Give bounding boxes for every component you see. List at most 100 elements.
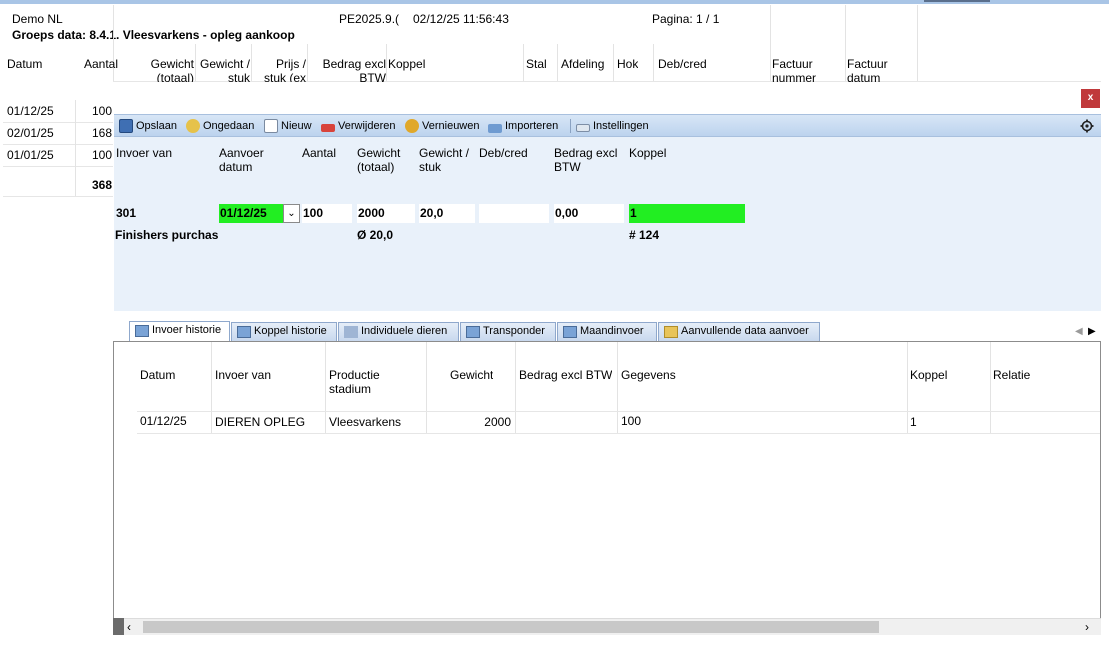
gear-button[interactable] [1080, 118, 1094, 134]
tabs-scroll-left-icon[interactable]: ◀ [1075, 326, 1083, 337]
page-indicator: Pagina: 1 / 1 [652, 12, 720, 26]
deb-cred-field[interactable] [479, 204, 549, 223]
gear-icon [1080, 119, 1094, 133]
grid-line [523, 44, 524, 81]
scroll-right-icon[interactable]: › [1085, 620, 1089, 634]
tab-label: Maandinvoer [580, 325, 644, 337]
folder-icon [664, 326, 678, 338]
delete-label: Verwijderen [338, 120, 396, 132]
hist-col-gewicht: Gewicht [450, 368, 494, 382]
tab-aanvullende-data[interactable]: Aanvullende data aanvoer [658, 322, 820, 341]
chevron-down-icon: ⌄ [287, 208, 296, 219]
gewicht-totaal-field[interactable]: 2000 [357, 204, 415, 223]
horizontal-scrollbar[interactable]: ‹ › [113, 618, 1101, 635]
import-icon [488, 123, 502, 133]
scroll-left-icon[interactable]: ‹ [127, 620, 131, 634]
col-factuur-nummer: Factuur nummer [772, 57, 817, 82]
import-label: Importeren [505, 120, 559, 132]
grid-line [426, 342, 427, 434]
new-button[interactable]: Nieuw [264, 118, 312, 134]
invoer-van-field[interactable]: 301 [115, 204, 215, 223]
tabs-scroll-right-icon[interactable]: ▶ [1088, 326, 1096, 337]
grid-line [613, 44, 614, 81]
aanvoer-datum-field[interactable]: 01/12/25 [219, 204, 283, 223]
grid-line [845, 5, 846, 81]
undo-label: Ongedaan [203, 120, 255, 132]
settings-label: Instellingen [593, 120, 649, 132]
tab-label: Individuele dieren [361, 325, 448, 337]
col-aantal: Aantal [84, 57, 118, 71]
hist-cell-gegevens[interactable]: 100 [621, 414, 641, 428]
koppel-field[interactable]: 1 [629, 204, 745, 223]
tab-label: Transponder [483, 325, 545, 337]
col-gewicht-stuk: Gewicht / stuk [199, 57, 250, 82]
col-factuur-datum: Factuur datum [847, 57, 888, 82]
import-button[interactable]: Importeren [488, 118, 558, 134]
date-dropdown[interactable]: ⌄ [283, 204, 300, 223]
hist-cell-stadium[interactable]: Vleesvarkens [329, 415, 401, 429]
col-hok: Hok [617, 57, 639, 71]
col-koppel: Koppel [388, 57, 426, 71]
tab-label: Koppel historie [254, 325, 327, 337]
hist-col-invoer-van: Invoer van [215, 368, 272, 382]
gewicht-stuk-field[interactable]: 20,0 [419, 204, 475, 223]
table-icon [237, 326, 251, 338]
tab-individuele-dieren[interactable]: Individuele dieren [338, 322, 459, 341]
company-name: Demo NL [12, 12, 63, 26]
grid-line [917, 5, 918, 81]
report-row-count[interactable]: 100 [78, 148, 112, 162]
grid-line [386, 44, 387, 81]
form-col-koppel: Koppel [629, 146, 667, 160]
grid-line [211, 342, 212, 434]
settings-toolbar-icon [576, 124, 590, 132]
save-button[interactable]: Opslaan [119, 118, 177, 134]
col-stal: Stal [526, 57, 547, 71]
form-col-aanvoer-datum: Aanvoer datum [219, 146, 264, 174]
col-datum: Datum [7, 57, 43, 71]
save-icon [119, 119, 133, 133]
scrollbar-thumb[interactable] [143, 621, 879, 633]
col-deb-cred: Deb/cred [658, 57, 707, 71]
group-title: Groeps data: 8.4.1. Vleesvarkens - opleg… [12, 28, 295, 42]
hist-cell-datum[interactable]: 01/12/25 [140, 414, 187, 428]
col-bedrag: Bedrag excl BTW [322, 57, 386, 82]
grid-line [137, 411, 1100, 412]
undo-icon [186, 119, 200, 133]
hist-cell-invoer-van[interactable]: DIEREN OPLEG [215, 415, 305, 429]
report-row-date[interactable]: 01/12/25 [7, 104, 54, 118]
tab-transponder[interactable]: Transponder [460, 322, 556, 341]
close-button[interactable]: x [1081, 89, 1100, 108]
report-row-date[interactable]: 01/01/25 [7, 148, 54, 162]
row-line [3, 166, 113, 167]
row-line [3, 122, 113, 123]
tab-invoer-historie[interactable]: Invoer historie [129, 321, 230, 342]
delete-button[interactable]: Verwijderen [321, 118, 395, 134]
new-label: Nieuw [281, 120, 312, 132]
tab-maandinvoer[interactable]: Maandinvoer [557, 322, 657, 341]
hist-col-koppel: Koppel [910, 368, 948, 382]
col-afdeling: Afdeling [561, 57, 605, 71]
hist-cell-gewicht[interactable]: 2000 [440, 415, 511, 429]
aantal-field[interactable]: 100 [302, 204, 352, 223]
report-row-date[interactable]: 02/01/25 [7, 126, 54, 140]
tab-label: Invoer historie [152, 324, 222, 336]
report-row-count[interactable]: 100 [78, 104, 112, 118]
report-row-count[interactable]: 168 [78, 126, 112, 140]
toolbar-separator [570, 119, 571, 133]
hist-col-bedrag: Bedrag excl BTW [519, 368, 613, 382]
grid-line [75, 100, 76, 196]
form-col-deb-cred: Deb/cred [479, 146, 528, 160]
settings-button[interactable]: Instellingen [576, 118, 649, 134]
save-label: Opslaan [136, 120, 177, 132]
report-datetime: 02/12/25 11:56:43 [413, 12, 509, 26]
bedrag-field[interactable]: 0,00 [554, 204, 624, 223]
refresh-button[interactable]: Vernieuwen [405, 118, 480, 134]
tab-koppel-historie[interactable]: Koppel historie [231, 322, 337, 341]
summary-count: # 124 [629, 228, 660, 242]
form-col-aantal: Aantal [302, 146, 337, 160]
summary-label: Finishers purchas [115, 228, 219, 242]
undo-button[interactable]: Ongedaan [186, 118, 254, 134]
row-line [3, 196, 113, 197]
hist-cell-koppel[interactable]: 1 [910, 415, 917, 429]
hist-col-gegevens: Gegevens [621, 368, 676, 382]
